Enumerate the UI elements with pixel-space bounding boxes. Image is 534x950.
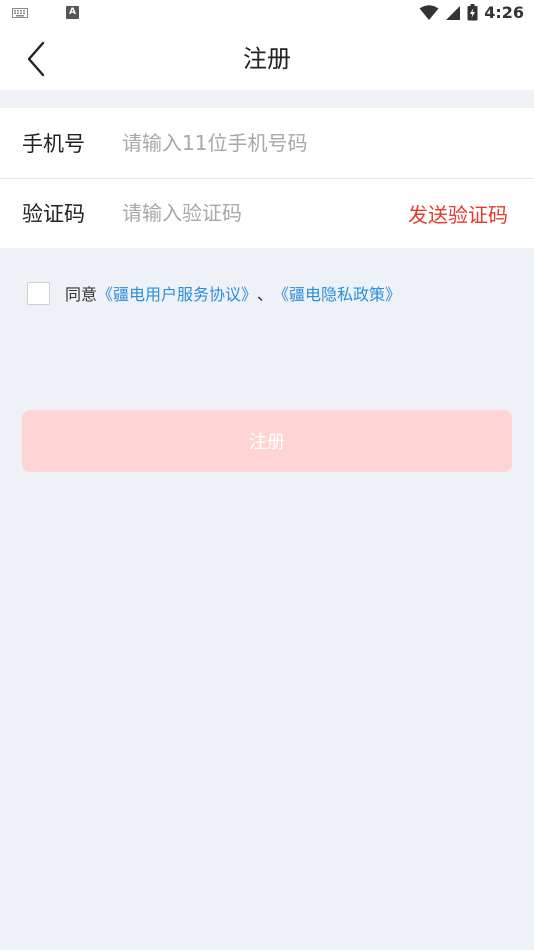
battery-charging-icon bbox=[467, 4, 478, 21]
a-badge-icon: A bbox=[66, 6, 79, 19]
register-form: 手机号 验证码 发送验证码 bbox=[0, 108, 534, 248]
agree-checkbox[interactable] bbox=[27, 281, 50, 305]
code-label: 验证码 bbox=[22, 202, 85, 226]
code-input[interactable] bbox=[122, 196, 382, 230]
code-row: 验证码 发送验证码 bbox=[0, 178, 534, 248]
nav-bar: 注册 bbox=[0, 28, 534, 90]
keyboard-icon bbox=[12, 7, 28, 18]
terms-link[interactable]: 《疆电用户服务协议》 bbox=[97, 281, 257, 305]
status-right: 4:26 bbox=[419, 3, 524, 22]
phone-row: 手机号 bbox=[0, 108, 534, 178]
status-left: A bbox=[12, 6, 79, 19]
chevron-left-icon bbox=[27, 41, 45, 77]
send-code-button[interactable]: 发送验证码 bbox=[408, 199, 508, 228]
agree-prefix: 同意 bbox=[65, 285, 98, 304]
status-time: 4:26 bbox=[484, 3, 524, 22]
wifi-icon bbox=[419, 4, 439, 20]
phone-label: 手机号 bbox=[22, 132, 85, 156]
agree-separator: 、 bbox=[257, 285, 274, 304]
cell-signal-icon bbox=[446, 5, 461, 20]
back-button[interactable] bbox=[20, 40, 52, 78]
phone-input[interactable] bbox=[122, 126, 392, 160]
privacy-link[interactable]: 《疆电隐私政策》 bbox=[273, 281, 401, 305]
page-title: 注册 bbox=[243, 45, 291, 73]
agreement: 同意 《疆电用户服务协议》 、 《疆电隐私政策》 bbox=[27, 281, 401, 305]
status-bar: A 4:26 bbox=[0, 0, 534, 28]
register-button[interactable]: 注册 bbox=[22, 410, 512, 472]
